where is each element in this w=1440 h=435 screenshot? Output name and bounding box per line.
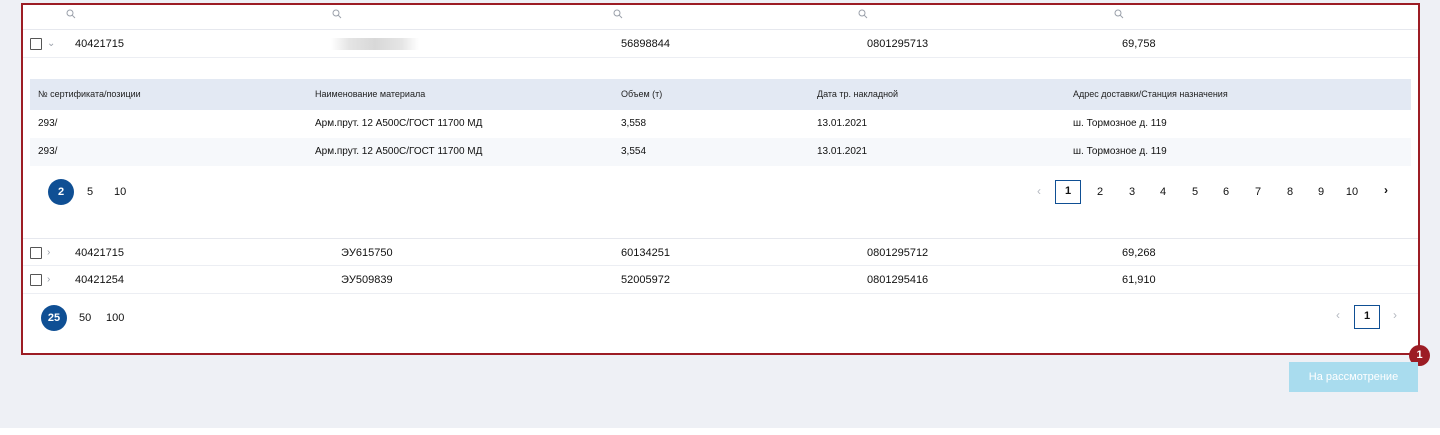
chevron-left-icon[interactable]: ‹ bbox=[1033, 179, 1045, 203]
subtable-cell: 13.01.2021 bbox=[817, 146, 868, 157]
search-icon[interactable] bbox=[66, 9, 76, 19]
subtable-cell: ш. Тормозное д. 119 bbox=[1073, 146, 1167, 157]
chevron-left-icon[interactable]: ‹ bbox=[1332, 303, 1344, 327]
row-number: 40421715 bbox=[75, 247, 124, 259]
subtable-row: 293/ Арм.прут. 12 А500С/ГОСТ 11700 МД 3,… bbox=[30, 138, 1411, 166]
subtable-cell: ш. Тормозное д. 119 bbox=[1073, 118, 1167, 129]
row-invoice: 0801295416 bbox=[867, 274, 929, 286]
row-code: ЭУ509839 bbox=[341, 274, 393, 286]
row-checkbox[interactable] bbox=[30, 274, 42, 286]
subtable-cell: 293/ bbox=[38, 118, 58, 129]
row-number: 40421715 bbox=[75, 38, 124, 50]
results-table-panel: ⌄ 40421715 56898844 0801295713 69,758 № … bbox=[21, 3, 1420, 355]
subtable-page-current[interactable]: 1 bbox=[1055, 180, 1081, 204]
subtable-row: 293/ Арм.прут. 12 А500С/ГОСТ 11700 МД 3,… bbox=[30, 110, 1411, 138]
chevron-right-icon[interactable]: › bbox=[47, 239, 50, 266]
subtable-page-link[interactable]: 5 bbox=[1187, 180, 1203, 204]
table-row[interactable]: › 40421715 ЭУ615750 60134251 0801295712 … bbox=[23, 238, 1418, 266]
table-row[interactable]: › 40421254 ЭУ509839 52005972 0801295416 … bbox=[23, 266, 1418, 294]
search-icon[interactable] bbox=[858, 9, 868, 19]
row-volume: 69,758 bbox=[1122, 38, 1156, 50]
row-document: 60134251 bbox=[621, 247, 670, 259]
subtable-page-size-option[interactable]: 5 bbox=[87, 179, 93, 205]
search-icon[interactable] bbox=[1114, 9, 1124, 19]
subtable-cell: 293/ bbox=[38, 146, 58, 157]
row-number: 40421254 bbox=[75, 274, 124, 286]
row-invoice: 0801295713 bbox=[867, 38, 929, 50]
subtable-header-cell[interactable]: Дата тр. накладной bbox=[817, 79, 898, 110]
subtable-page-size-selected[interactable]: 2 bbox=[48, 179, 74, 205]
subtable-header-cell[interactable]: № сертификата/позиции bbox=[38, 79, 141, 110]
submit-for-review-button[interactable]: На рассмотрение bbox=[1289, 362, 1418, 392]
page-size-selected[interactable]: 25 bbox=[41, 305, 67, 331]
subtable-header-cell[interactable]: Наименование материала bbox=[315, 79, 425, 110]
row-document: 52005972 bbox=[621, 274, 670, 286]
subtable-page-link[interactable]: 10 bbox=[1341, 180, 1363, 204]
subtable-page-link[interactable]: 9 bbox=[1313, 180, 1329, 204]
subtable-cell: Арм.прут. 12 А500С/ГОСТ 11700 МД bbox=[315, 146, 483, 157]
redacted-value bbox=[331, 38, 419, 50]
subtable-page-link[interactable]: 3 bbox=[1124, 180, 1140, 204]
subtable-cell: 3,554 bbox=[621, 146, 647, 157]
page-size-option[interactable]: 50 bbox=[79, 305, 91, 331]
chevron-down-icon[interactable]: ⌄ bbox=[47, 30, 55, 57]
subtable-header-cell[interactable]: Объем (т) bbox=[621, 79, 662, 110]
subtable-page-link[interactable]: 8 bbox=[1282, 180, 1298, 204]
row-checkbox[interactable] bbox=[30, 38, 42, 50]
row-volume: 61,910 bbox=[1122, 274, 1156, 286]
page-current[interactable]: 1 bbox=[1354, 305, 1380, 329]
row-code: ЭУ615750 bbox=[341, 247, 393, 259]
chevron-right-icon[interactable]: › bbox=[47, 266, 50, 293]
subtable-page-link[interactable]: 4 bbox=[1155, 180, 1171, 204]
page-footer-strip bbox=[0, 428, 1440, 435]
row-document: 56898844 bbox=[621, 38, 670, 50]
subtable-page-link[interactable]: 2 bbox=[1092, 180, 1108, 204]
row-volume: 69,268 bbox=[1122, 247, 1156, 259]
subtable-cell: Арм.прут. 12 А500С/ГОСТ 11700 МД bbox=[315, 118, 483, 129]
column-search-row bbox=[23, 5, 1418, 30]
row-checkbox[interactable] bbox=[30, 247, 42, 259]
page-size-option[interactable]: 100 bbox=[106, 305, 124, 331]
subtable-header: № сертификата/позиции Наименование матер… bbox=[30, 79, 1411, 110]
row-invoice: 0801295712 bbox=[867, 247, 929, 259]
subtable-page-link[interactable]: 6 bbox=[1218, 180, 1234, 204]
chevron-right-icon[interactable]: › bbox=[1380, 178, 1392, 202]
search-icon[interactable] bbox=[613, 9, 623, 19]
subtable-header-cell[interactable]: Адрес доставки/Станция назначения bbox=[1073, 79, 1228, 110]
subtable-cell: 13.01.2021 bbox=[817, 118, 868, 129]
table-row[interactable]: ⌄ 40421715 56898844 0801295713 69,758 bbox=[23, 30, 1418, 58]
search-icon[interactable] bbox=[332, 9, 342, 19]
row-details-subtable: № сертификата/позиции Наименование матер… bbox=[30, 79, 1411, 215]
subtable-page-link[interactable]: 7 bbox=[1250, 180, 1266, 204]
subtable-page-size-option[interactable]: 10 bbox=[114, 179, 126, 205]
chevron-right-icon[interactable]: › bbox=[1389, 303, 1401, 327]
subtable-cell: 3,558 bbox=[621, 118, 647, 129]
